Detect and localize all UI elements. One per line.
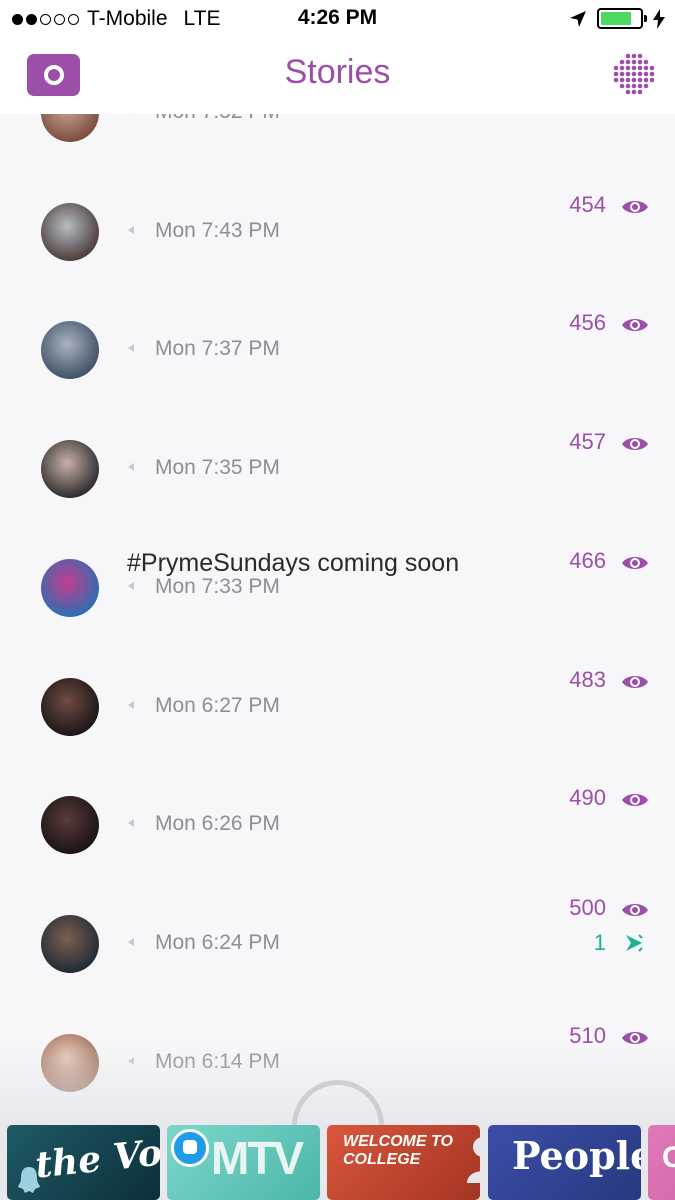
eye-icon[interactable] (621, 1029, 649, 1047)
dot-grid-icon[interactable] (611, 51, 657, 97)
discover-tile-the-voice[interactable]: the Voice (7, 1125, 160, 1200)
story-row[interactable]: Mon 6:27 PM 483 (0, 650, 675, 768)
story-thumbnail[interactable] (41, 114, 99, 142)
view-count: 483 (569, 666, 606, 692)
story-row[interactable]: Mon 7:37 PM 456 (0, 293, 675, 411)
view-count: 500 (569, 894, 606, 920)
sent-arrow-icon (128, 581, 134, 590)
story-timestamp: Mon 7:37 PM (155, 337, 280, 361)
view-count: 466 (569, 547, 606, 573)
view-count: 457 (569, 429, 606, 455)
chat-bubble-icon[interactable] (171, 1129, 209, 1167)
discover-tiles: the Voice MTV WELCOME TO COLLEGE People … (0, 1125, 675, 1200)
story-timestamp: Mon 7:35 PM (155, 456, 280, 480)
story-row[interactable]: Mon 6:26 PM 490 (0, 768, 675, 886)
view-count: 510 (569, 1022, 606, 1048)
sent-arrow-icon (128, 1056, 134, 1065)
status-bar: T-Mobile LTE 4:26 PM (0, 0, 675, 38)
eye-icon[interactable] (621, 316, 649, 334)
tile-label: People (512, 1133, 641, 1178)
sent-arrow-icon (128, 700, 134, 709)
screenshot-icon (626, 934, 643, 952)
story-timestamp: Mon 6:24 PM (155, 930, 280, 954)
location-arrow-icon (570, 10, 586, 27)
story-list[interactable]: Mon 7:52 PM448 Mon 7:43 PM 454 Mon 7:37 PM 4… (0, 114, 675, 1125)
story-row[interactable]: #PrymeSundays coming soon Mon 7:33 PM 466 (0, 531, 675, 649)
eye-icon[interactable] (621, 673, 649, 691)
discover-tile-people[interactable]: People (488, 1125, 641, 1200)
story-thumbnail[interactable] (41, 914, 99, 973)
sent-arrow-icon (128, 819, 134, 828)
eye-icon[interactable] (621, 901, 649, 919)
story-timestamp: Mon 6:14 PM (155, 1049, 280, 1073)
story-timestamp: Mon 7:43 PM (155, 218, 280, 242)
story-row[interactable]: Mon 6:24 PM 500 1 (0, 887, 675, 1005)
sent-arrow-icon (128, 463, 134, 472)
tile-label: WELCOME TO COLLEGE (343, 1133, 453, 1168)
story-thumbnail[interactable] (41, 558, 99, 617)
sent-arrow-icon (128, 225, 134, 234)
person-silhouette-icon (467, 1137, 480, 1183)
eye-icon[interactable] (621, 198, 649, 216)
story-thumbnail[interactable] (41, 440, 99, 499)
charging-bolt-icon (653, 8, 665, 29)
page-title: Stories (284, 53, 391, 91)
status-icons (569, 8, 665, 29)
eye-icon[interactable] (621, 554, 649, 572)
story-row[interactable]: Mon 7:35 PM 457 (0, 412, 675, 530)
view-count: 454 (569, 191, 606, 217)
story-thumbnail[interactable] (41, 202, 99, 261)
tile-label: the Voice (33, 1125, 160, 1187)
eye-icon[interactable] (621, 791, 649, 809)
sent-arrow-icon (128, 114, 134, 115)
story-thumbnail[interactable] (41, 1033, 99, 1092)
battery-icon (597, 8, 647, 29)
sent-arrow-icon (128, 937, 134, 946)
story-row[interactable]: Mon 7:52 PM448 (0, 114, 675, 174)
story-timestamp: Mon 6:26 PM (155, 812, 280, 836)
story-timestamp: Mon 7:52 PM (155, 114, 280, 124)
discover-tile-college[interactable]: WELCOME TO COLLEGE (327, 1125, 480, 1200)
tile-label: MTV (211, 1132, 304, 1184)
story-thumbnail[interactable] (41, 796, 99, 855)
view-count: 456 (569, 310, 606, 336)
story-timestamp: Mon 6:27 PM (155, 693, 280, 717)
view-count: 490 (569, 785, 606, 811)
app-header: Stories (0, 38, 675, 114)
eye-icon[interactable] (621, 435, 649, 453)
story-thumbnail[interactable] (41, 321, 99, 380)
story-timestamp: Mon 7:33 PM (155, 574, 280, 598)
tile-label: C (662, 1141, 675, 1174)
story-thumbnail[interactable] (41, 677, 99, 736)
discover-tile-mtv[interactable]: MTV (167, 1125, 320, 1200)
ghost-icon (18, 1167, 40, 1193)
story-row[interactable]: Mon 7:43 PM 454 (0, 175, 675, 293)
story-caption: #PrymeSundays coming soon (127, 548, 460, 577)
discover-tile-partial[interactable]: C (648, 1125, 675, 1200)
screenshot-count: 1 (593, 929, 606, 955)
sent-arrow-icon (128, 344, 134, 353)
